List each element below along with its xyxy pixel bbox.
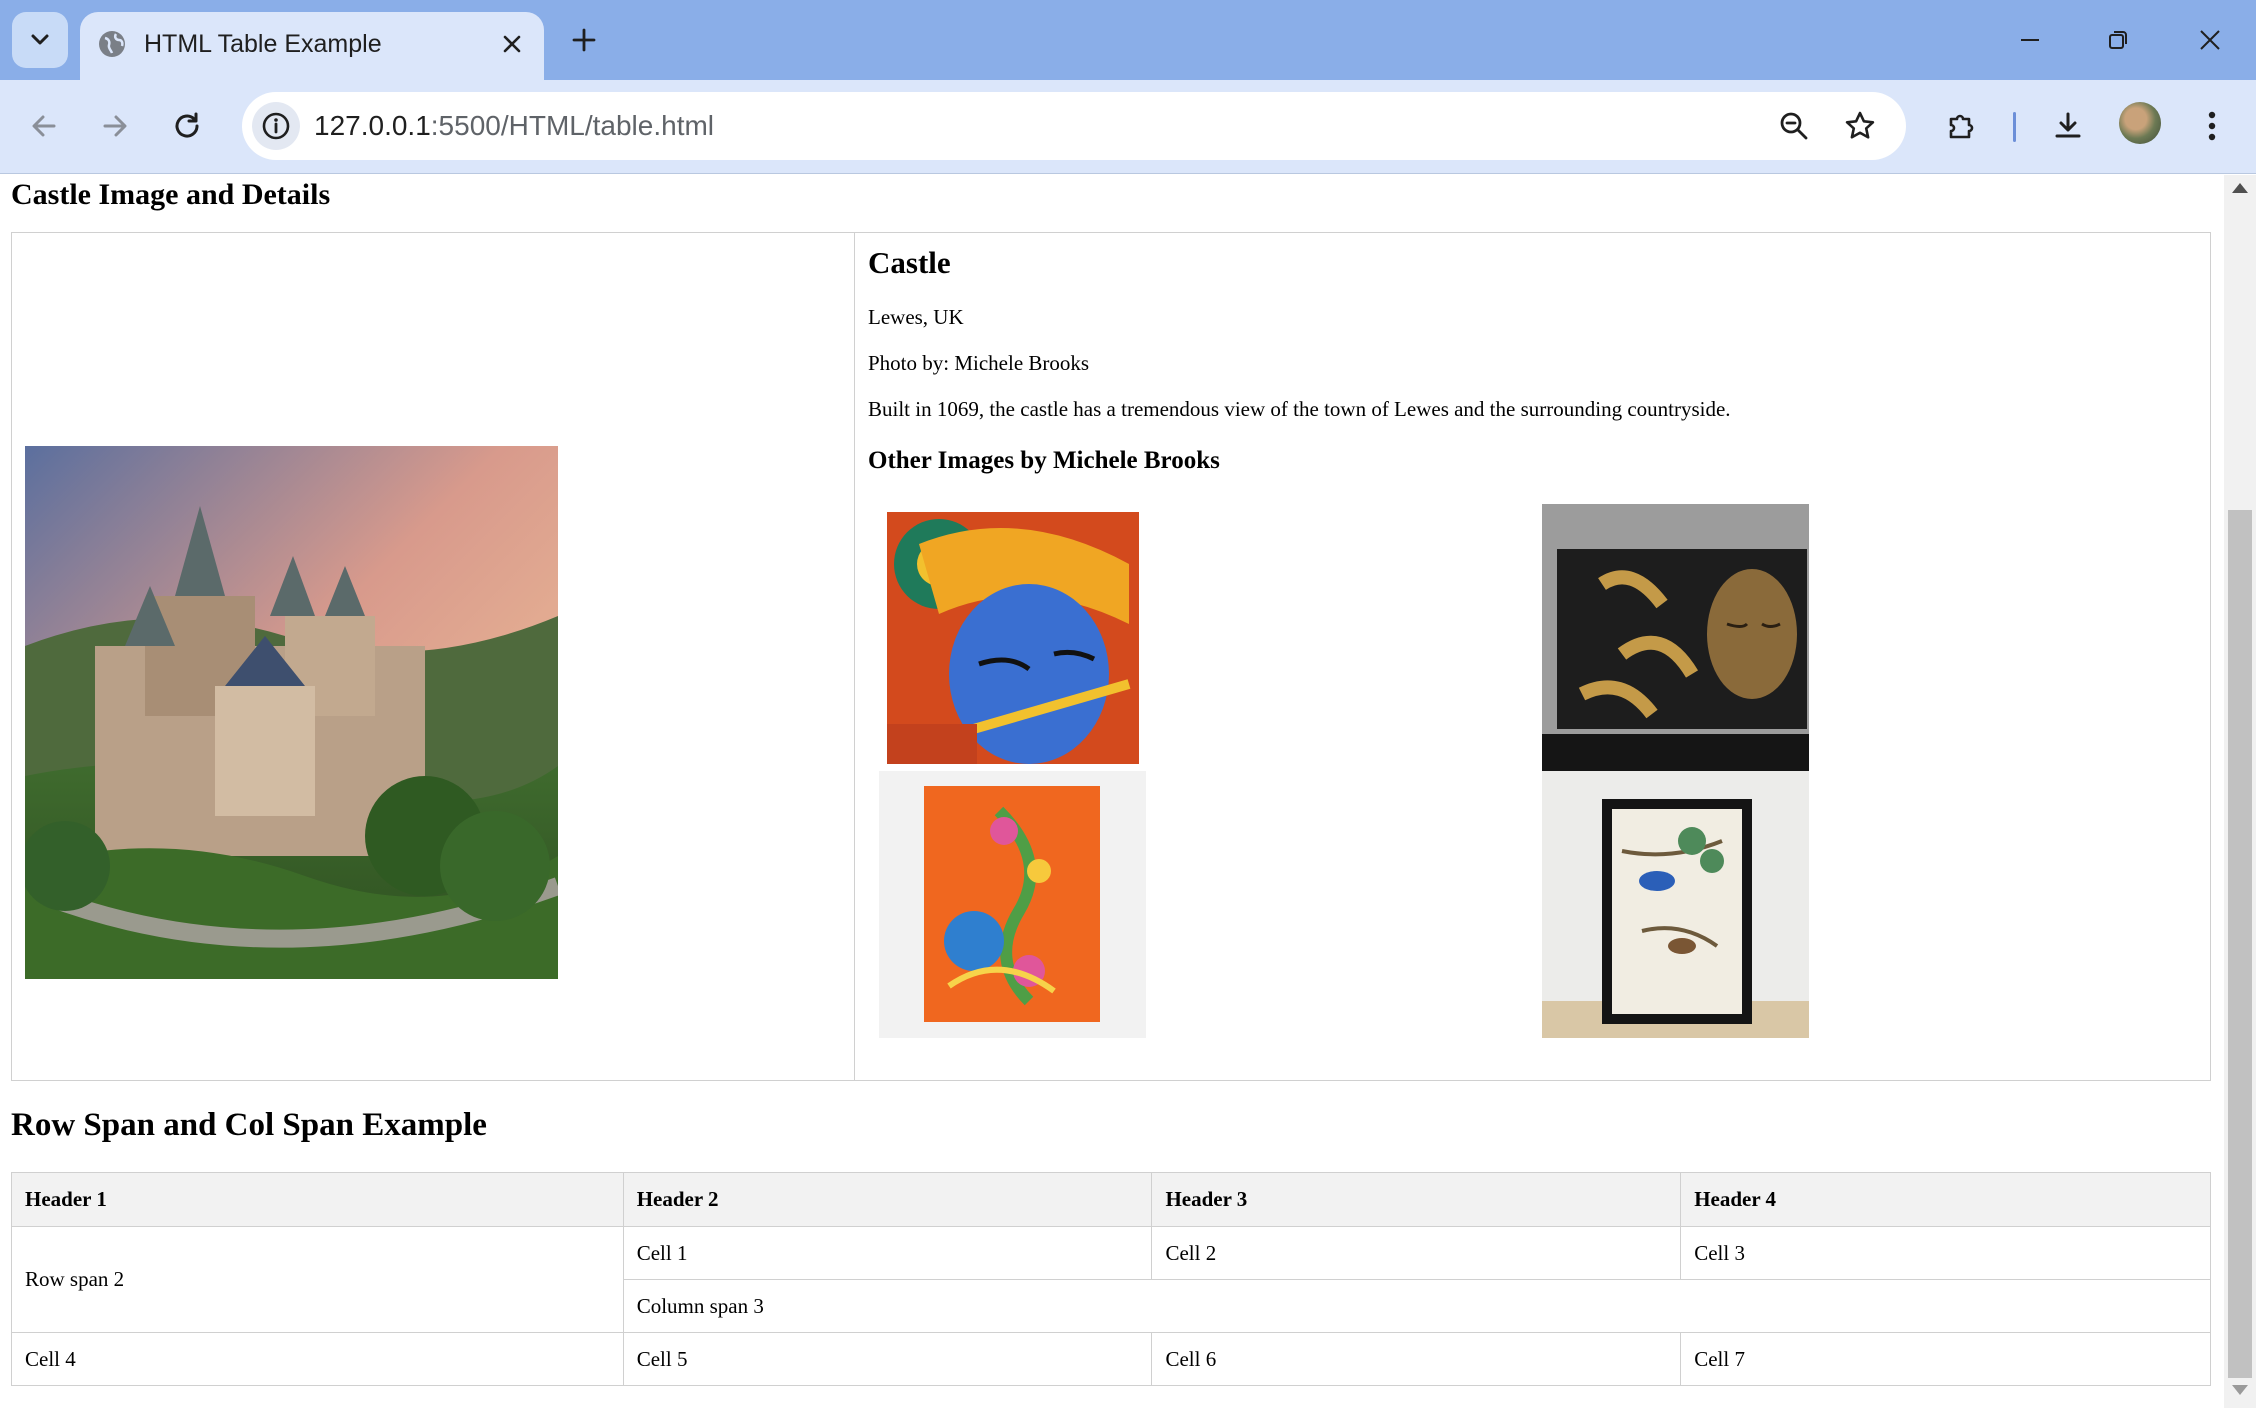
menu-button[interactable] [2186,100,2238,152]
arrow-right-icon [103,115,127,137]
table-header-cell: Header 4 [1680,1172,2211,1227]
downloads-button[interactable] [2042,100,2094,152]
table-cell: Cell 6 [1151,1332,1682,1386]
minimize-icon [2021,39,2039,41]
table-header-cell: Header 2 [622,1172,1153,1227]
close-window-button[interactable] [2180,10,2240,70]
peacock-painting-thumbnail [879,771,1146,1038]
address-bar[interactable]: 127.0.0.1:5500/HTML/table.html [242,92,1906,160]
column-divider [854,233,855,1080]
table-cell: Cell 5 [622,1332,1153,1386]
table-cell: Cell 2 [1151,1226,1682,1280]
krishna-painting-thumbnail [879,504,1146,771]
browser-toolbar: 127.0.0.1:5500/HTML/table.html [0,80,2256,174]
table-header-cell: Header 1 [11,1172,624,1227]
restore-icon [2109,31,2127,49]
castle-description: Built in 1069, the castle has a tremendo… [868,397,1731,421]
scroll-down-arrow[interactable] [2232,1385,2248,1395]
bird-framed-print-thumbnail [1542,771,1809,1038]
table-header-cell: Header 3 [1151,1172,1682,1227]
profile-avatar[interactable] [2119,102,2161,144]
close-icon [2200,30,2220,50]
arrow-left-icon [32,115,56,137]
table-cell: Cell 4 [11,1332,624,1386]
castle-section-heading: Castle Image and Details [11,178,331,211]
page-viewport: Castle Image and Details Castle Lewes, U… [0,175,2224,1408]
plus-icon [572,28,596,52]
reload-button[interactable] [161,100,213,152]
forward-button[interactable] [89,100,141,152]
span-example-table: Header 1 Header 2 Header 3 Header 4 Row … [11,1172,2212,1386]
table-header-row: Header 1 Header 2 Header 3 Header 4 [11,1172,2211,1227]
scroll-up-arrow[interactable] [2232,183,2248,193]
rowspan-cell: Row span 2 [11,1226,624,1333]
table-row: Cell 4 Cell 5 Cell 6 Cell 7 [11,1332,2211,1386]
restore-button[interactable] [2088,10,2148,70]
table-row: Row span 2 Cell 1 Cell 2 Cell 3 [11,1226,2211,1333]
scrollbar-thumb[interactable] [2228,510,2252,1378]
close-icon [503,35,521,53]
castle-title: Castle [868,245,951,280]
castle-details-table: Castle Lewes, UK Photo by: Michele Brook… [11,232,2211,1081]
tab-strip: HTML Table Example [0,0,2256,80]
globe-icon [99,31,125,57]
span-section-heading: Row Span and Col Span Example [11,1107,487,1143]
info-icon [262,112,290,140]
url-host: 127.0.0.1 [314,110,431,141]
bookmark-button[interactable] [1838,104,1882,148]
minimize-button[interactable] [2000,10,2060,70]
other-images-heading: Other Images by Michele Brooks [868,447,1220,474]
more-vert-icon [2208,111,2216,141]
colspan-cell: Column span 3 [622,1279,2212,1333]
tab-title: HTML Table Example [144,30,382,58]
extensions-button[interactable] [1935,100,1987,152]
buddha-canvas-thumbnail [1542,504,1809,771]
back-button[interactable] [18,100,70,152]
table-cell: Cell 3 [1680,1226,2211,1280]
tab-search-button[interactable] [12,12,68,68]
puzzle-icon [1949,114,1974,139]
zoom-out-icon [1780,112,1808,140]
vertical-scrollbar[interactable] [2224,175,2256,1408]
castle-image [25,446,558,979]
reload-icon [175,112,199,138]
url-path: :5500/HTML/table.html [430,110,715,141]
site-info-button[interactable] [252,102,300,150]
castle-location: Lewes, UK [868,305,964,329]
zoom-button[interactable] [1772,104,1816,148]
photo-credit: Photo by: Michele Brooks [868,351,1090,375]
toolbar-separator [2013,112,2016,142]
table-cell: Cell 7 [1680,1332,2211,1386]
close-tab-button[interactable] [494,26,530,62]
table-cell: Cell 1 [622,1226,1153,1280]
url-text[interactable]: 127.0.0.1:5500/HTML/table.html [314,108,714,144]
active-tab[interactable]: HTML Table Example [80,12,544,80]
download-icon [2055,112,2081,138]
chevron-down-icon [31,34,49,45]
star-icon [1845,111,1875,139]
new-tab-button[interactable] [560,16,608,64]
